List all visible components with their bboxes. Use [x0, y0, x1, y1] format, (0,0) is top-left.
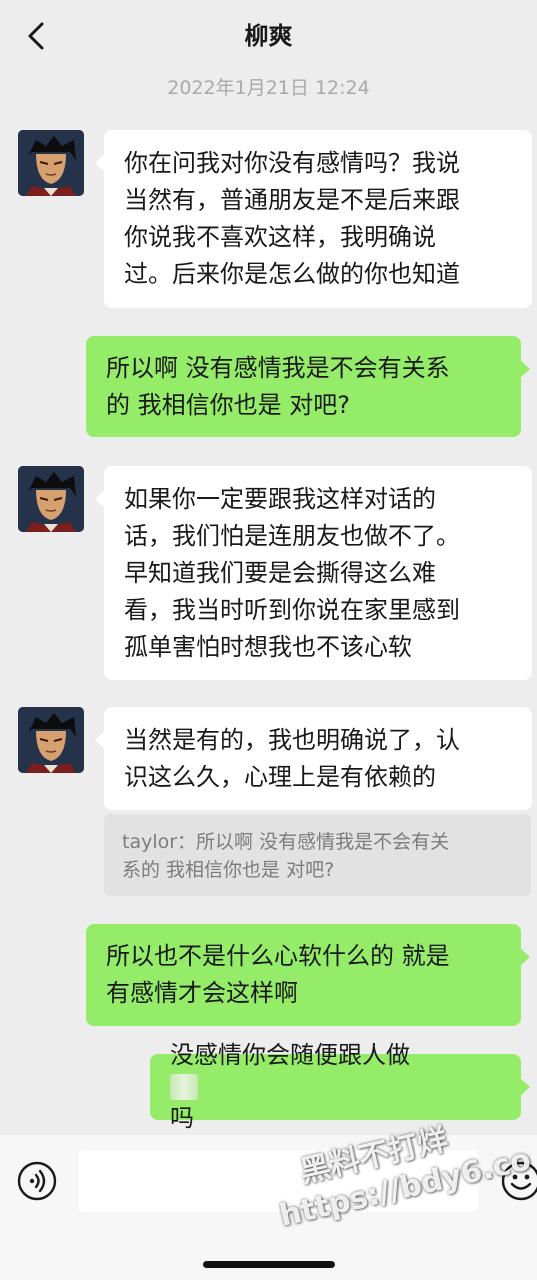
message-text: 当然是有的，我也明确说了，认 识这么久，心理上是有依赖的 [124, 725, 460, 791]
message-input[interactable] [78, 1150, 478, 1212]
chat-header: 柳爽 [0, 0, 537, 72]
received-message[interactable]: 你在问我对你没有感情吗？我说 当然有，普通朋友是不是后来跟 你说我不喜欢这样，我… [95, 130, 532, 308]
contact-avatar[interactable] [18, 130, 84, 196]
voice-icon[interactable] [17, 1161, 57, 1201]
message-text: 所以也不是什么心软什么的 就是 有感情才会这样啊 [106, 942, 450, 1007]
avatar-image [18, 466, 84, 532]
censor-blur [170, 1074, 198, 1100]
received-message[interactable]: 当然是有的，我也明确说了，认 识这么久，心理上是有依赖的 [95, 707, 532, 810]
home-indicator[interactable] [203, 1261, 335, 1268]
quoted-reply[interactable]: taylor：所以啊 没有感情我是不会有关 系的 我相信你也是 对吧? [104, 814, 531, 896]
chat-title: 柳爽 [244, 22, 293, 50]
emoji-icon[interactable] [500, 1160, 537, 1202]
quote-text-line: taylor：所以啊 没有感情我是不会有关 [122, 831, 450, 853]
sent-message[interactable]: 所以啊 没有感情我是不会有关系 的 我相信你也是 对吧? [86, 336, 530, 437]
quote-text-line: 系的 我相信你也是 对吧? [122, 859, 335, 881]
received-message[interactable]: 如果你一定要跟我这样对话的 话，我们怕是连朋友也做不了。 早知道我们要是会撕得这… [95, 466, 532, 680]
contact-avatar[interactable] [18, 707, 84, 773]
message-text: 如果你一定要跟我这样对话的 话，我们怕是连朋友也做不了。 早知道我们要是会撕得这… [124, 484, 460, 661]
message-text: 你在问我对你没有感情吗？我说 当然有，普通朋友是不是后来跟 你说我不喜欢这样，我… [124, 149, 460, 288]
message-timestamp: 2022年1月21日 12:24 [167, 77, 370, 99]
sent-message[interactable]: 没感情你会随便跟人做吗 [150, 1041, 530, 1132]
avatar-image [18, 130, 84, 196]
message-text: 没感情你会随便跟人做吗 [170, 1041, 410, 1132]
message-text: 所以啊 没有感情我是不会有关系 的 我相信你也是 对吧? [106, 353, 450, 419]
contact-avatar[interactable] [18, 466, 84, 532]
sent-message[interactable]: 所以也不是什么心软什么的 就是 有感情才会这样啊 [86, 924, 530, 1026]
avatar-image [18, 707, 84, 773]
